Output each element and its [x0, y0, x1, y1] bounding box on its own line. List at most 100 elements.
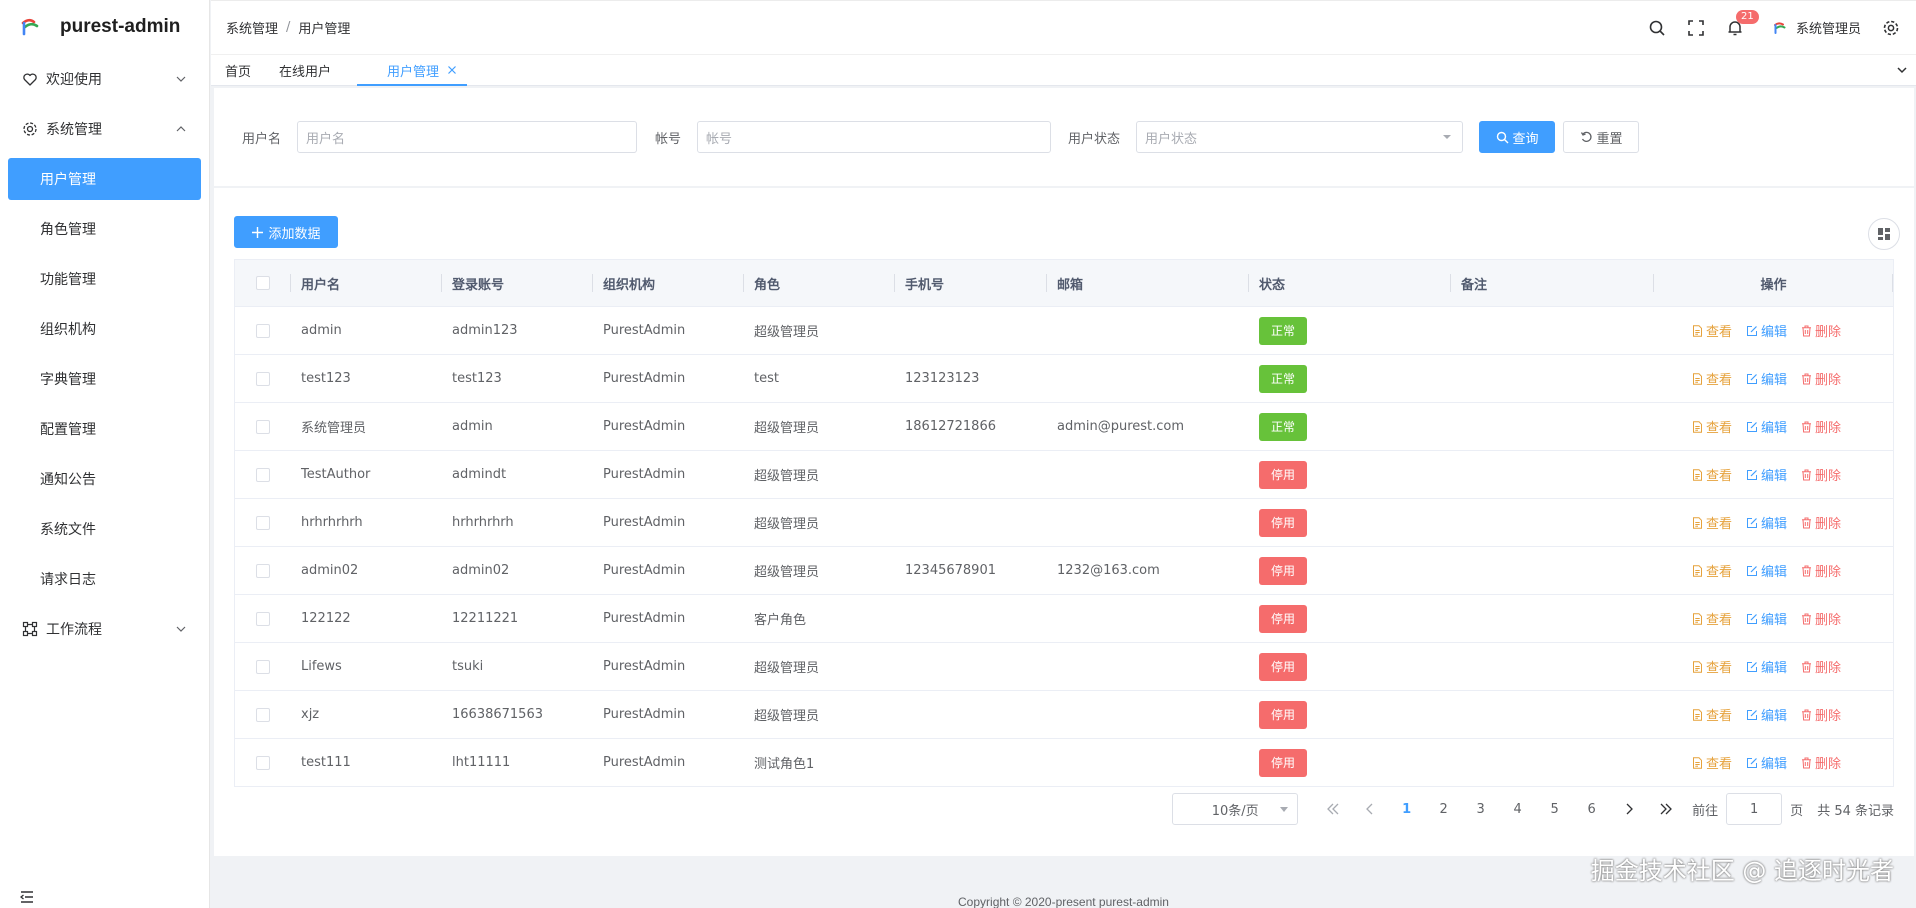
edit-button[interactable]: 编辑: [1746, 417, 1787, 436]
delete-button[interactable]: 删除: [1801, 369, 1841, 388]
view-button[interactable]: 查看: [1692, 417, 1732, 436]
status-badge[interactable]: 停用: [1259, 700, 1308, 729]
view-button[interactable]: 查看: [1692, 465, 1732, 484]
reset-button[interactable]: 重置: [1563, 121, 1640, 153]
status-select[interactable]: 用户状态: [1136, 121, 1464, 153]
page-button-3[interactable]: 3: [1462, 793, 1499, 825]
select-all-checkbox[interactable]: [256, 276, 270, 290]
delete-button[interactable]: 删除: [1801, 465, 1841, 484]
row-checkbox[interactable]: [256, 371, 270, 386]
status-badge[interactable]: 停用: [1259, 604, 1308, 633]
first-page-button[interactable]: [1314, 793, 1351, 825]
goto-page-input[interactable]: 1: [1726, 793, 1783, 825]
row-checkbox[interactable]: [256, 611, 270, 626]
view-button[interactable]: 查看: [1692, 369, 1732, 388]
sidebar-item-notice[interactable]: 通知公告: [8, 454, 201, 504]
edit-button[interactable]: 编辑: [1746, 609, 1787, 628]
username-input[interactable]: 用户名: [297, 121, 638, 153]
view-button[interactable]: 查看: [1692, 657, 1732, 676]
edit-button[interactable]: 编辑: [1746, 465, 1787, 484]
status-badge[interactable]: 正常: [1259, 412, 1308, 441]
page-button-4[interactable]: 4: [1499, 793, 1536, 825]
row-checkbox[interactable]: [256, 563, 270, 578]
status-badge[interactable]: 停用: [1259, 508, 1308, 537]
cell-status: 停用: [1249, 739, 1451, 786]
edit-button[interactable]: 编辑: [1746, 561, 1787, 580]
row-checkbox[interactable]: [256, 755, 270, 770]
row-checkbox[interactable]: [256, 707, 270, 722]
cell-ops: 查看 编辑 删除: [1654, 499, 1893, 546]
row-checkbox[interactable]: [256, 419, 270, 434]
view-button[interactable]: 查看: [1692, 753, 1732, 772]
view-button[interactable]: 查看: [1692, 561, 1732, 580]
search-icon[interactable]: [1648, 19, 1666, 37]
row-checkbox[interactable]: [256, 467, 270, 482]
status-badge[interactable]: 停用: [1259, 652, 1308, 681]
delete-button[interactable]: 删除: [1801, 753, 1841, 772]
delete-button[interactable]: 删除: [1801, 417, 1841, 436]
edit-button[interactable]: 编辑: [1746, 369, 1787, 388]
edit-button[interactable]: 编辑: [1746, 513, 1787, 532]
settings-gear-icon[interactable]: [1882, 19, 1900, 37]
sidebar-item-role-management[interactable]: 角色管理: [8, 204, 201, 254]
delete-button[interactable]: 删除: [1801, 705, 1841, 724]
query-button[interactable]: 查询: [1479, 121, 1556, 153]
sidebar-item-organization[interactable]: 组织机构: [8, 304, 201, 354]
prev-page-button[interactable]: [1351, 793, 1388, 825]
sidebar-item-function-management[interactable]: 功能管理: [8, 254, 201, 304]
page-button-2[interactable]: 2: [1425, 793, 1462, 825]
view-button[interactable]: 查看: [1692, 321, 1732, 340]
row-checkbox[interactable]: [256, 515, 270, 530]
page-button-5[interactable]: 5: [1536, 793, 1573, 825]
add-data-button[interactable]: 添加数据: [234, 216, 338, 248]
sidebar-item-system-files[interactable]: 系统文件: [8, 504, 201, 554]
delete-button[interactable]: 删除: [1801, 513, 1841, 532]
delete-button[interactable]: 删除: [1801, 657, 1841, 676]
row-checkbox[interactable]: [256, 323, 270, 338]
column-header-phone: 手机号: [895, 260, 1047, 306]
status-badge[interactable]: 停用: [1259, 748, 1308, 777]
view-button[interactable]: 查看: [1692, 609, 1732, 628]
page-size-select[interactable]: 10条/页: [1172, 793, 1299, 825]
close-icon[interactable]: [447, 65, 457, 75]
user-menu[interactable]: 系统管理员: [1772, 18, 1861, 37]
sidebar-item-user-management[interactable]: 用户管理: [8, 158, 201, 200]
menu-group-system[interactable]: 系统管理: [0, 104, 209, 154]
edit-button[interactable]: 编辑: [1746, 753, 1787, 772]
sidebar-item-config[interactable]: 配置管理: [8, 404, 201, 454]
tab-home[interactable]: 首页: [211, 55, 265, 85]
edit-button[interactable]: 编辑: [1746, 321, 1787, 340]
edit-button[interactable]: 编辑: [1746, 705, 1787, 724]
status-badge[interactable]: 停用: [1259, 556, 1308, 585]
collapse-sidebar-icon[interactable]: [20, 890, 34, 904]
notification-button[interactable]: 21: [1726, 9, 1759, 37]
edit-button[interactable]: 编辑: [1746, 657, 1787, 676]
breadcrumb-item[interactable]: 系统管理: [226, 18, 278, 37]
sidebar-item-dictionary[interactable]: 字典管理: [8, 354, 201, 404]
view-button[interactable]: 查看: [1692, 705, 1732, 724]
delete-button[interactable]: 删除: [1801, 609, 1841, 628]
next-page-button[interactable]: [1610, 793, 1647, 825]
menu-group-workflow[interactable]: 工作流程: [0, 604, 209, 654]
status-badge[interactable]: 停用: [1259, 460, 1308, 489]
cell-ops: 查看 编辑 删除: [1654, 595, 1893, 642]
tab-user-management[interactable]: 用户管理: [357, 55, 468, 86]
delete-button[interactable]: 删除: [1801, 561, 1841, 580]
column-settings-button[interactable]: [1868, 218, 1900, 250]
delete-button[interactable]: 删除: [1801, 321, 1841, 340]
tab-online-users[interactable]: 在线用户: [265, 55, 345, 85]
app-logo[interactable]: purest-admin: [0, 0, 209, 54]
status-badge[interactable]: 正常: [1259, 364, 1308, 393]
fullscreen-icon[interactable]: [1687, 19, 1705, 37]
status-badge[interactable]: 正常: [1259, 316, 1308, 345]
view-button[interactable]: 查看: [1692, 513, 1732, 532]
menu-group-welcome[interactable]: 欢迎使用: [0, 54, 209, 104]
page-button-6[interactable]: 6: [1573, 793, 1610, 825]
tabs-more-button[interactable]: [1888, 55, 1916, 85]
page-button-1[interactable]: 1: [1388, 793, 1425, 825]
row-checkbox[interactable]: [256, 659, 270, 674]
sidebar-item-request-log[interactable]: 请求日志: [8, 554, 201, 604]
cell-email: [1047, 451, 1249, 498]
last-page-button[interactable]: [1647, 793, 1684, 825]
account-input[interactable]: 帐号: [697, 121, 1052, 153]
